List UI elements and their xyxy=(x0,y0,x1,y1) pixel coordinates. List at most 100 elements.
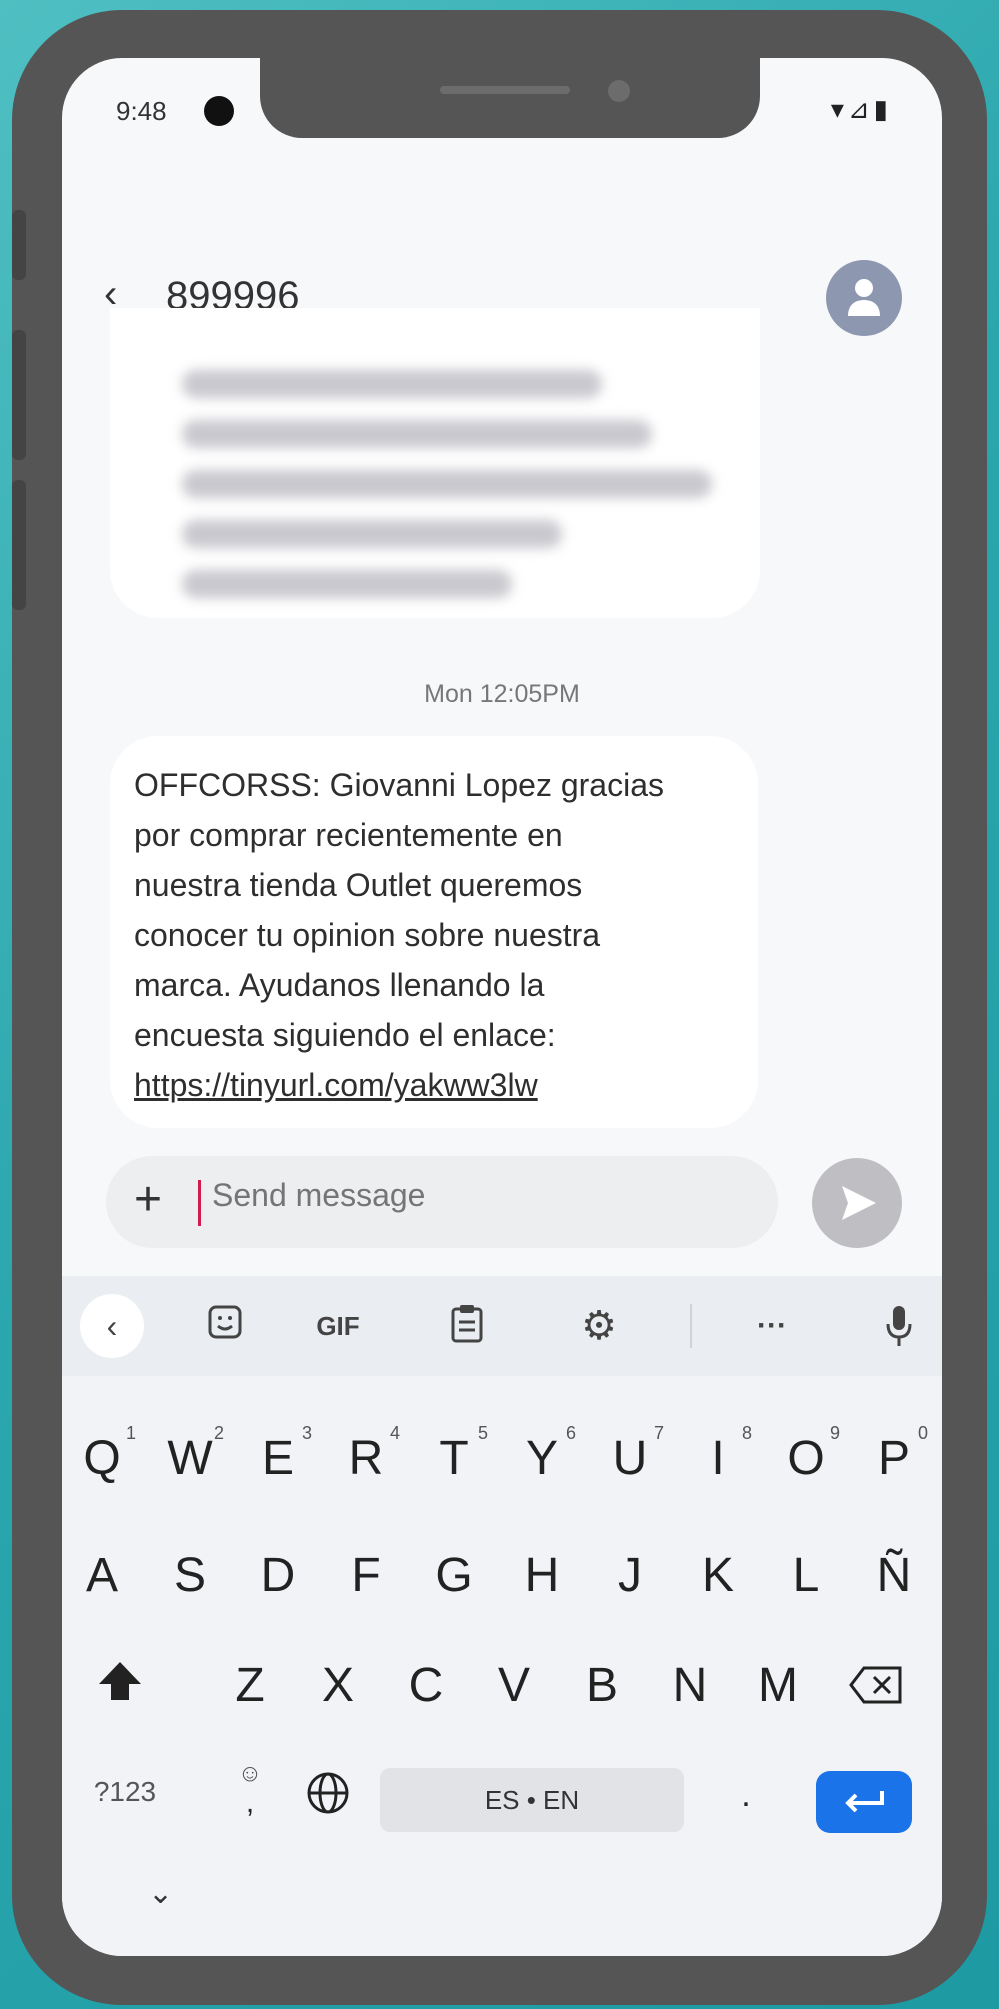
microphone-icon-glyph xyxy=(886,1306,912,1346)
key-number-hint: 1 xyxy=(125,1423,136,1443)
key-number-hint: 8 xyxy=(741,1423,752,1443)
message-body: OFFCORSS: Giovanni Lopez gracias por com… xyxy=(134,760,754,1110)
key-d[interactable]: D xyxy=(238,1548,318,1603)
key-number-hint: 6 xyxy=(565,1423,576,1443)
key-label: Y xyxy=(525,1432,558,1485)
previous-message-bubble xyxy=(110,308,760,618)
key-label: W xyxy=(167,1432,213,1485)
phone-screen: 9:48 ▾⊿▮ ‹ 899996 Mon 12:05PM OFFCORSS: … xyxy=(62,58,942,1956)
message-line: OFFCORSS: Giovanni Lopez gracias xyxy=(134,767,664,803)
space-bar[interactable]: ES • EN xyxy=(380,1768,684,1832)
enter-arrow-icon xyxy=(845,1791,884,1813)
key-n-tilde[interactable]: Ñ xyxy=(854,1548,934,1603)
enter-key[interactable] xyxy=(816,1771,912,1833)
comma-label: , xyxy=(245,1786,255,1819)
key-t[interactable]: T5 xyxy=(414,1423,494,1486)
keyboard-toolbar: ‹ GIF ⚙ ··· xyxy=(62,1276,942,1376)
key-w[interactable]: W2 xyxy=(150,1423,230,1486)
key-y[interactable]: Y6 xyxy=(502,1423,582,1486)
sticker-icon-glyph xyxy=(208,1305,242,1339)
key-label: P xyxy=(877,1432,910,1485)
redacted-line xyxy=(182,370,602,398)
emoji-icon: ☺ xyxy=(237,1760,263,1787)
redacted-line xyxy=(182,570,512,598)
status-time: 9:48 xyxy=(116,96,167,126)
key-label: U xyxy=(612,1432,648,1485)
key-n[interactable]: N xyxy=(650,1658,730,1713)
clipboard-icon-glyph xyxy=(451,1305,483,1343)
backspace-key[interactable] xyxy=(836,1662,916,1717)
message-link[interactable]: https://tinyurl.com/yakww3lw xyxy=(134,1060,754,1110)
message-composer[interactable]: + xyxy=(106,1156,778,1248)
status-icons: ▾⊿▮ xyxy=(830,94,892,124)
key-k[interactable]: K xyxy=(678,1548,758,1603)
microphone-icon[interactable] xyxy=(874,1304,924,1348)
shift-key[interactable] xyxy=(80,1658,160,1716)
send-icon xyxy=(842,1186,876,1220)
gif-button[interactable]: GIF xyxy=(298,1304,378,1348)
key-number-hint: 9 xyxy=(829,1423,840,1443)
contact-avatar[interactable] xyxy=(826,260,902,336)
key-b[interactable]: B xyxy=(562,1658,642,1713)
key-label: T xyxy=(439,1432,469,1485)
key-z[interactable]: Z xyxy=(210,1658,290,1713)
volume-down-button xyxy=(12,480,26,610)
redacted-line xyxy=(182,520,562,548)
send-button[interactable] xyxy=(812,1158,902,1248)
backspace-icon xyxy=(849,1666,902,1704)
key-number-hint: 3 xyxy=(301,1423,312,1443)
person-icon xyxy=(848,279,880,316)
key-q[interactable]: Q1 xyxy=(62,1423,142,1486)
message-timestamp: Mon 12:05PM xyxy=(424,680,580,708)
key-s[interactable]: S xyxy=(150,1548,230,1603)
message-line: conocer tu opinion sobre nuestra xyxy=(134,917,601,953)
power-button xyxy=(12,210,26,280)
key-label: E xyxy=(261,1432,294,1485)
clipboard-icon[interactable] xyxy=(442,1304,492,1348)
settings-gear-icon[interactable]: ⚙ xyxy=(574,1304,624,1348)
period-key[interactable]: . xyxy=(716,1776,776,1815)
key-a[interactable]: A xyxy=(62,1548,142,1603)
key-j[interactable]: J xyxy=(590,1548,670,1603)
emoji-comma-key[interactable]: ☺ , xyxy=(220,1762,280,1820)
key-number-hint: 4 xyxy=(389,1423,400,1443)
key-i[interactable]: I8 xyxy=(678,1423,758,1486)
key-m[interactable]: M xyxy=(738,1658,818,1713)
speaker-grille xyxy=(440,86,570,94)
message-line: marca. Ayudanos llenando la xyxy=(134,967,545,1003)
key-o[interactable]: O9 xyxy=(766,1423,846,1486)
key-number-hint: 2 xyxy=(213,1423,224,1443)
key-v[interactable]: V xyxy=(474,1658,554,1713)
message-line: encuesta siguiendo el enlace: xyxy=(134,1017,556,1053)
key-p[interactable]: P0 xyxy=(854,1423,934,1486)
message-line: por comprar recientemente en xyxy=(134,817,563,853)
key-label: Q xyxy=(83,1432,121,1485)
key-l[interactable]: L xyxy=(766,1548,846,1603)
key-e[interactable]: E3 xyxy=(238,1423,318,1486)
key-g[interactable]: G xyxy=(414,1548,494,1603)
more-options-icon[interactable]: ··· xyxy=(742,1304,802,1348)
key-label: R xyxy=(348,1432,384,1485)
globe-icon xyxy=(307,1772,349,1814)
add-attachment-icon[interactable]: + xyxy=(134,1172,162,1228)
redacted-line xyxy=(182,420,652,448)
key-u[interactable]: U7 xyxy=(590,1423,670,1486)
sticker-icon[interactable] xyxy=(200,1304,250,1348)
language-globe-key[interactable] xyxy=(298,1770,358,1828)
redacted-line xyxy=(182,470,712,498)
message-input[interactable] xyxy=(210,1176,734,1215)
toolbar-back-icon[interactable]: ‹ xyxy=(80,1294,144,1358)
volume-up-button xyxy=(12,330,26,460)
front-camera xyxy=(608,80,630,102)
key-f[interactable]: F xyxy=(326,1548,406,1603)
key-number-hint: 5 xyxy=(477,1423,488,1443)
key-label: O xyxy=(787,1432,825,1485)
message-line: nuestra tienda Outlet queremos xyxy=(134,867,583,903)
key-x[interactable]: X xyxy=(298,1658,378,1713)
symbols-key[interactable]: ?123 xyxy=(80,1776,170,1808)
key-r[interactable]: R4 xyxy=(326,1423,406,1486)
hide-keyboard-chevron-icon[interactable]: ⌄ xyxy=(148,1876,173,1911)
key-number-hint: 0 xyxy=(917,1423,928,1443)
key-c[interactable]: C xyxy=(386,1658,466,1713)
key-h[interactable]: H xyxy=(502,1548,582,1603)
